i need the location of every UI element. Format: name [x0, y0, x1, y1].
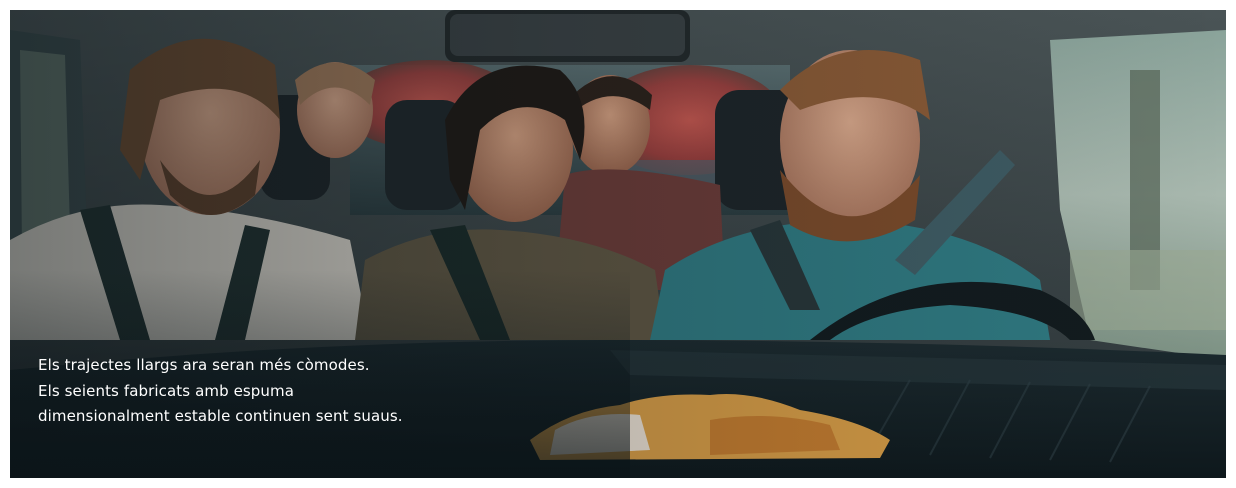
caption-line-2: Els seients fabricats amb espuma	[38, 381, 295, 400]
caption-line-1: Els trajectes llargs ara seran més còmod…	[38, 356, 370, 374]
hero-caption: Els trajectes llargs ara seran més còmod…	[38, 353, 508, 430]
hero-banner: Els trajectes llargs ara seran més còmod…	[10, 10, 1226, 478]
page: Els trajectes llargs ara seran més còmod…	[0, 0, 1236, 488]
caption-line-3: dimensionalment estable continuen sent s…	[38, 407, 403, 425]
